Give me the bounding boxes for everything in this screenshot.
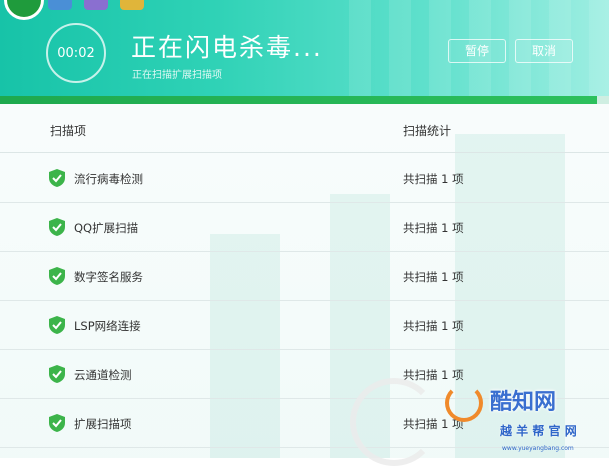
shield-check-icon	[49, 316, 65, 334]
row-stat: 共扫描 1 项	[403, 417, 464, 431]
column-header-stats: 扫描统计	[403, 124, 452, 138]
cancel-button[interactable]: 取消	[515, 39, 573, 63]
row-name: 云通道检测	[74, 368, 132, 382]
shield-check-icon	[49, 414, 65, 432]
row-name: 流行病毒检测	[74, 172, 143, 186]
top-tab-icon-2[interactable]	[84, 0, 108, 10]
shield-check-icon	[49, 169, 65, 187]
table-header: 扫描项 扫描统计	[0, 104, 609, 153]
progress-fill	[0, 96, 597, 104]
row-stat: 共扫描 1 项	[403, 221, 464, 235]
table-row: LSP网络连接 共扫描 1 项	[0, 300, 609, 350]
row-stat: 共扫描 1 项	[403, 172, 464, 186]
shield-check-icon	[49, 365, 65, 383]
row-name: LSP网络连接	[74, 319, 141, 333]
scan-progress-bar	[0, 96, 609, 104]
scan-header: 00:02 正在闪电杀毒... 正在扫描扩展扫描项 暂停 取消	[0, 0, 609, 96]
row-name: 数字签名服务	[74, 270, 143, 284]
table-row: 云通道检测 共扫描 1 项	[0, 349, 609, 399]
row-name: QQ扩展扫描	[74, 221, 139, 235]
column-header-item: 扫描项	[50, 124, 87, 138]
scan-status-text: 正在扫描扩展扫描项	[132, 70, 222, 81]
top-tab-icon-3[interactable]	[120, 0, 144, 10]
table-row: 流行病毒检测 共扫描 1 项	[0, 153, 609, 203]
top-tab-icon-1[interactable]	[48, 0, 72, 10]
scan-results-panel: 扫描项 扫描统计 流行病毒检测 共扫描 1 项 QQ扩展扫描 共扫描 1 项 数…	[0, 104, 609, 458]
row-stat: 共扫描 1 项	[403, 270, 464, 284]
row-stat: 共扫描 1 项	[403, 319, 464, 333]
table-row: 数字签名服务 共扫描 1 项	[0, 251, 609, 301]
page-title: 正在闪电杀毒...	[131, 33, 323, 62]
table-row: 扩展扫描项 共扫描 1 项	[0, 398, 609, 448]
app-logo-icon	[4, 0, 44, 20]
shield-check-icon	[49, 218, 65, 236]
pause-button[interactable]: 暂停	[448, 39, 506, 63]
elapsed-timer: 00:02	[46, 23, 106, 83]
shield-check-icon	[49, 267, 65, 285]
row-name: 扩展扫描项	[74, 417, 132, 431]
table-row: QQ扩展扫描 共扫描 1 项	[0, 202, 609, 252]
row-stat: 共扫描 1 项	[403, 368, 464, 382]
